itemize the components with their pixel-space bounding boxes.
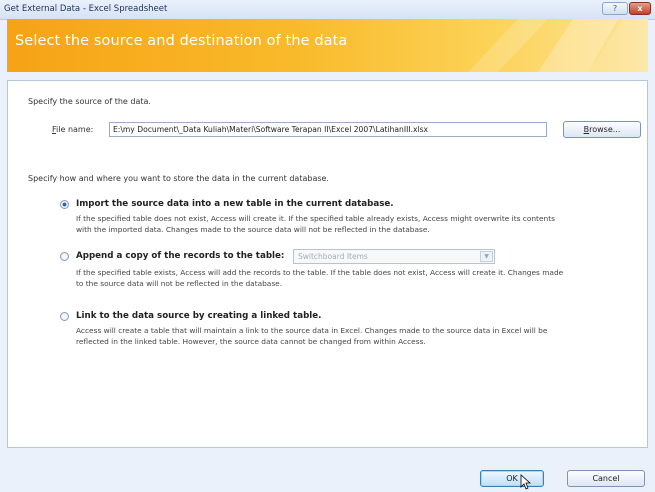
link-description-line2: reflected in the linked table. However, … bbox=[76, 337, 426, 346]
file-name-input[interactable] bbox=[109, 122, 547, 137]
import-option-label[interactable]: Import the source data into a new table … bbox=[76, 199, 394, 209]
append-option-label[interactable]: Append a copy of the records to the tabl… bbox=[76, 251, 284, 261]
mouse-cursor-icon bbox=[520, 474, 532, 490]
help-button[interactable]: ? bbox=[602, 2, 628, 15]
link-option-label[interactable]: Link to the data source by creating a li… bbox=[76, 311, 321, 321]
wizard-banner: Select the source and destination of the… bbox=[7, 19, 648, 72]
file-name-label: File name: bbox=[52, 125, 94, 134]
button-bar bbox=[0, 448, 655, 492]
append-table-value: Switchboard Items bbox=[298, 252, 368, 261]
cancel-button[interactable]: Cancel bbox=[567, 470, 645, 487]
content-panel: Specify the source of the data. File nam… bbox=[7, 80, 648, 448]
close-button[interactable]: x bbox=[629, 2, 651, 15]
import-description-line2: with the imported data. Changes made to … bbox=[76, 225, 430, 234]
link-radio[interactable] bbox=[60, 312, 69, 321]
title-bar: Get External Data - Excel Spreadsheet ? … bbox=[0, 0, 655, 20]
destination-instruction: Specify how and where you want to store … bbox=[28, 174, 329, 183]
browse-button[interactable]: Browse... bbox=[563, 121, 641, 138]
link-description-line1: Access will create a table that will mai… bbox=[76, 326, 548, 335]
append-table-select[interactable]: Switchboard Items ▼ bbox=[293, 249, 495, 264]
banner-decoration bbox=[468, 19, 648, 72]
chevron-down-icon[interactable]: ▼ bbox=[480, 251, 493, 262]
window-title: Get External Data - Excel Spreadsheet bbox=[4, 4, 168, 14]
ok-button[interactable]: OK bbox=[480, 470, 544, 487]
import-radio[interactable] bbox=[60, 200, 69, 209]
append-radio[interactable] bbox=[60, 252, 69, 261]
append-description-line2: to the source data will not be reflected… bbox=[76, 279, 283, 288]
banner-title: Select the source and destination of the… bbox=[15, 33, 348, 49]
source-instruction: Specify the source of the data. bbox=[28, 97, 151, 106]
append-description-line1: If the specified table exists, Access wi… bbox=[76, 268, 564, 277]
import-description-line1: If the specified table does not exist, A… bbox=[76, 214, 555, 223]
